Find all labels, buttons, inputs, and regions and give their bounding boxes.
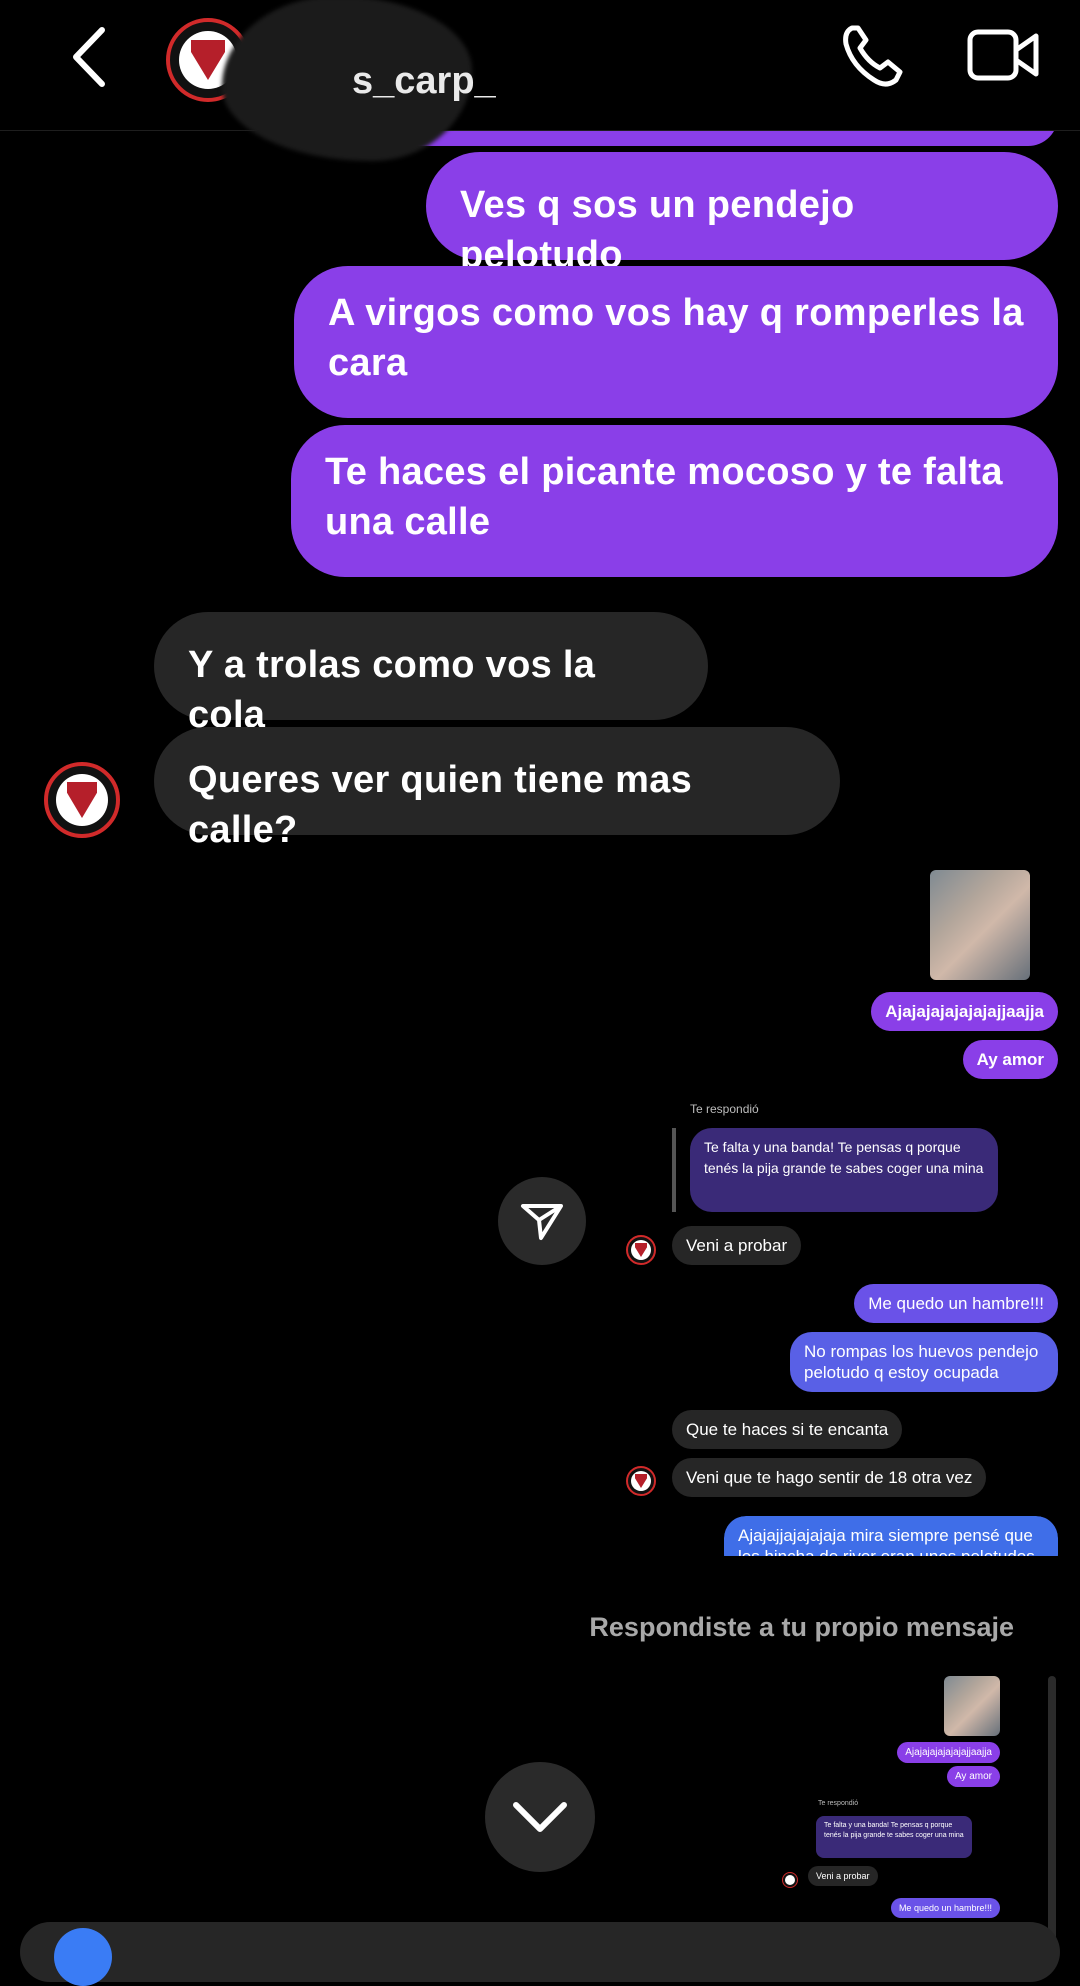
video-call-button[interactable]	[966, 22, 1040, 88]
sender-avatar	[626, 1235, 656, 1265]
preview-scrollbar[interactable]	[1048, 1676, 1056, 1940]
message-outgoing[interactable]: A virgos como vos hay q romperles la car…	[294, 266, 1058, 418]
chevron-left-icon	[73, 27, 105, 87]
message-outgoing: Me quedo un hambre!!!	[890, 1898, 1000, 1918]
message-outgoing-clipped: Ajajajjajajajaja mira siempre pensé que …	[724, 1516, 1058, 1556]
reply-label: Te respondió	[690, 1102, 759, 1116]
sender-avatar	[626, 1466, 656, 1496]
chevron-down-icon	[513, 1802, 567, 1832]
message-outgoing: Ay amor	[962, 1040, 1058, 1079]
shared-photo-thumbnail	[944, 1676, 1000, 1736]
sender-avatar[interactable]	[44, 762, 120, 838]
message-incoming[interactable]: Y a trolas como vos la cola	[154, 612, 708, 736]
message-outgoing: No rompas los huevos pendejo pelotudo q …	[790, 1332, 1058, 1392]
share-button[interactable]	[498, 1177, 586, 1265]
shared-photo-thumbnail	[930, 870, 1030, 980]
reply-quote-bar	[672, 1128, 676, 1212]
message-outgoing: Ajajajajajajajajjaajja	[897, 1742, 1000, 1763]
contact-username[interactable]: s_carp_	[352, 60, 496, 103]
message-outgoing: Ajajajajajajajajjaajja	[871, 992, 1058, 1031]
back-button[interactable]	[62, 22, 122, 92]
message-incoming: Veni a probar	[808, 1866, 878, 1886]
reply-label: Te respondió	[818, 1800, 859, 1807]
sender-avatar	[782, 1872, 798, 1888]
paper-plane-icon	[521, 1204, 563, 1240]
message-composer[interactable]	[20, 1922, 1060, 1982]
message-incoming: Veni a probar	[672, 1226, 802, 1265]
message-outgoing[interactable]: Ves q sos un pendejo pelotudo	[426, 152, 1058, 276]
message-incoming[interactable]: Queres ver quien tiene mas calle?	[154, 727, 840, 851]
call-button[interactable]	[838, 20, 906, 92]
reply-notice: Respondiste a tu propio mensaje	[589, 1612, 1014, 1642]
camera-button[interactable]	[54, 1928, 112, 1986]
video-camera-icon	[967, 29, 1039, 81]
message-outgoing: Me quedo un hambre!!!	[854, 1284, 1058, 1323]
scroll-to-bottom-button[interactable]	[485, 1762, 595, 1872]
quoted-screenshot-preview[interactable]: Ajajajajajajajajjaajja Ay amor Te respon…	[782, 1676, 1012, 1940]
message-incoming: Veni que te hago sentir de 18 otra vez	[672, 1458, 987, 1497]
message-outgoing: Ay amor	[946, 1766, 1000, 1787]
chat-header: s_carp_	[0, 0, 1080, 161]
message-incoming: Que te haces si te encanta	[672, 1410, 903, 1449]
quoted-message: Te falta y una banda! Te pensas q porque…	[816, 1816, 972, 1858]
quoted-message: Te falta y una banda! Te pensas q porque…	[690, 1128, 998, 1212]
phone-icon	[843, 25, 903, 87]
message-outgoing[interactable]: Te haces el picante mocoso y te falta un…	[291, 425, 1058, 577]
shared-screenshot-image[interactable]: Ajajajajajajajajjaajja Ay amor Te respon…	[610, 862, 1058, 1572]
